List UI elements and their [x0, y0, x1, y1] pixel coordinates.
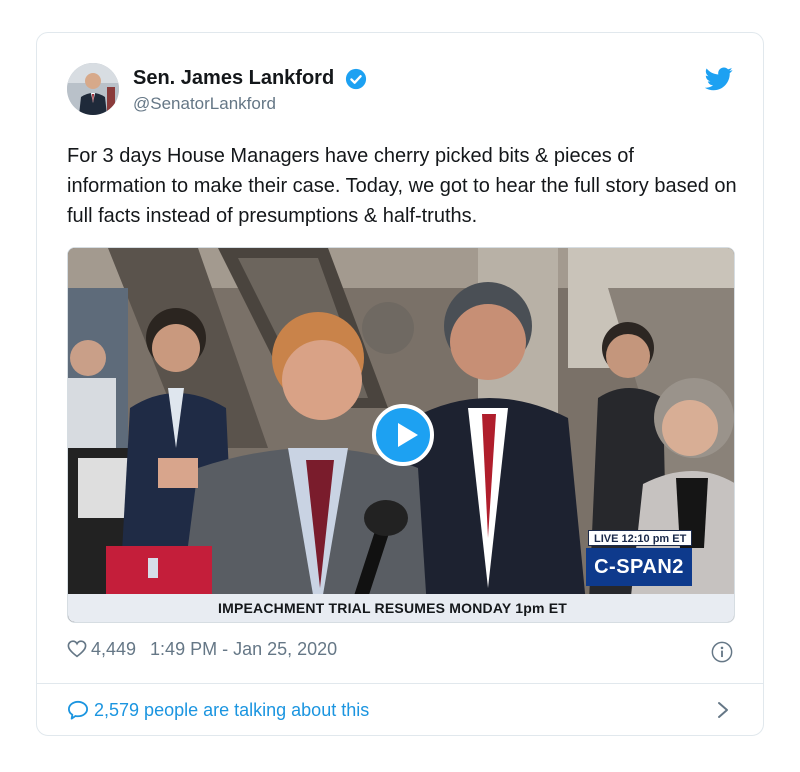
tweet-header: Sen. James Lankford @SenatorLankford — [67, 63, 733, 119]
tweet-text: For 3 days House Managers have cherry pi… — [67, 145, 737, 227]
twitter-bird-icon[interactable] — [705, 67, 733, 91]
author-handle[interactable]: @SenatorLankford — [133, 94, 367, 114]
news-ticker: IMPEACHMENT TRIAL RESUMES MONDAY 1pm ET — [218, 600, 568, 616]
avatar[interactable] — [67, 63, 119, 115]
heart-icon[interactable] — [67, 640, 87, 658]
live-tag: LIVE 12:10 pm ET — [588, 530, 693, 546]
tweet-meta: 4,449 1:49 PM - Jan 25, 2020 — [67, 639, 733, 667]
info-icon[interactable] — [711, 641, 733, 663]
author-name[interactable]: Sen. James Lankford — [133, 67, 334, 90]
verified-badge-icon — [345, 68, 366, 89]
comment-bubble-icon — [68, 700, 88, 720]
network-logo: C-SPAN2 — [586, 548, 692, 586]
chevron-right-icon[interactable] — [717, 701, 729, 719]
talking-about-text: 2,579 people are talking about this — [94, 700, 370, 720]
like-count[interactable]: 4,449 — [91, 639, 136, 659]
video-media[interactable]: IMPEACHMENT TRIAL RESUMES MONDAY 1pm ET … — [67, 247, 735, 623]
tweet-timestamp[interactable]: 1:49 PM - Jan 25, 2020 — [150, 639, 337, 659]
embedded-tweet-card[interactable]: Sen. James Lankford @SenatorLankford For… — [36, 32, 764, 736]
talking-about-link[interactable]: 2,579 people are talking about this — [67, 695, 733, 725]
divider — [37, 683, 763, 684]
play-button[interactable] — [372, 404, 434, 466]
